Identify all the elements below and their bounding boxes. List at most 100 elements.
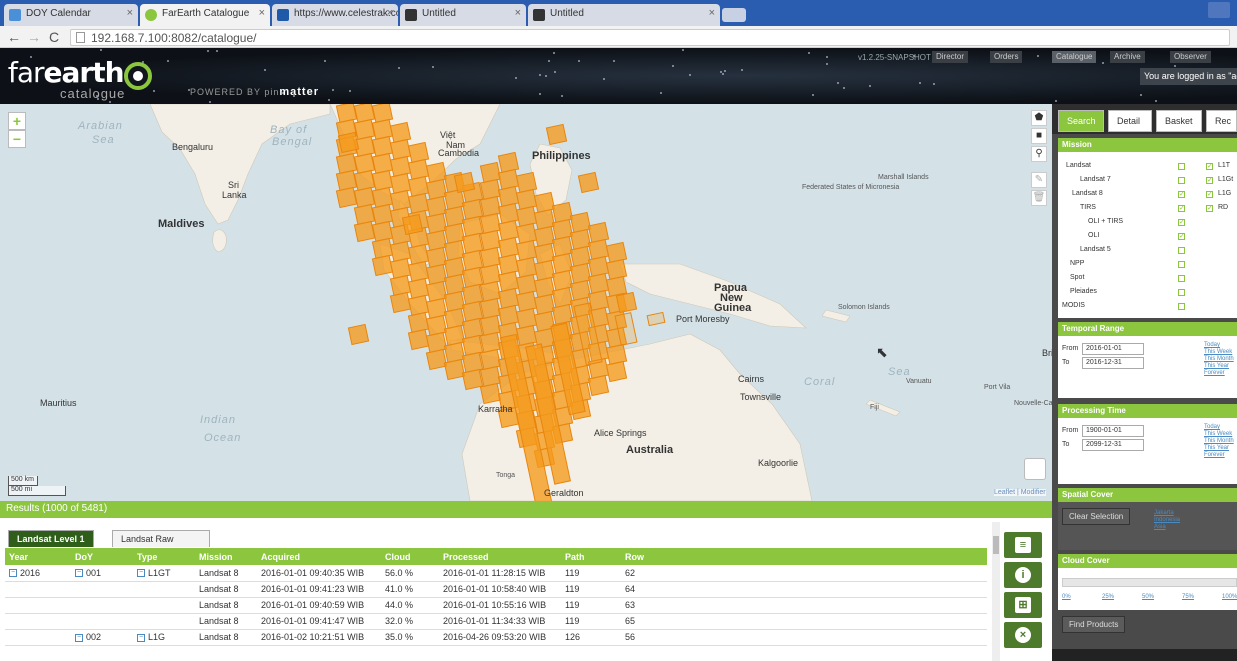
browser-tab-doy-calendar[interactable]: DOY Calendar × [4, 4, 138, 26]
nav-catalogue[interactable]: Catalogue [1052, 51, 1097, 63]
results-scrollbar[interactable] [992, 522, 1000, 661]
scene-footprint[interactable] [453, 171, 476, 194]
tab-landsat-raw[interactable]: Landsat Raw [112, 530, 210, 547]
collapse-toggle-icon[interactable]: − [9, 569, 17, 578]
cloud-tick[interactable]: 75% [1182, 594, 1194, 600]
scene-footprint[interactable] [407, 328, 430, 351]
scene-footprint[interactable] [425, 348, 448, 371]
window-minimize-button[interactable] [1208, 2, 1230, 18]
nav-archive[interactable]: Archive [1110, 51, 1145, 63]
scene-footprint[interactable] [347, 323, 370, 346]
processing-from-input[interactable]: 1900-01-01 [1082, 425, 1144, 437]
collapse-toggle-icon[interactable]: − [75, 633, 83, 642]
tab-basket[interactable]: Basket [1156, 110, 1202, 132]
cloud-cover-slider[interactable] [1062, 578, 1237, 587]
map-attribution[interactable]: Leaflet | Modifier [994, 489, 1046, 496]
scene-footprint[interactable] [443, 358, 466, 381]
url-input[interactable]: 192.168.7.100:8082/catalogue/ [70, 29, 1230, 46]
browser-tab-untitled-2[interactable]: Untitled × [528, 4, 720, 26]
scene-footprint[interactable] [479, 382, 502, 405]
cloud-tick[interactable]: 25% [1102, 594, 1114, 600]
col-processed[interactable]: Processed [439, 548, 561, 565]
zoom-out-button[interactable]: − [8, 130, 26, 148]
browser-tab-farearth[interactable]: FarEarth Catalogue × [140, 4, 270, 26]
close-icon[interactable]: × [709, 7, 715, 19]
tab-search[interactable]: Search [1058, 110, 1104, 132]
close-icon[interactable]: × [259, 7, 265, 19]
col-acquired[interactable]: Acquired [257, 548, 381, 565]
scene-footprint[interactable] [545, 123, 568, 146]
find-products-button[interactable]: Find Products [1062, 616, 1126, 633]
cloud-tick[interactable]: 100% [1222, 594, 1237, 600]
nav-director[interactable]: Director [932, 51, 969, 63]
mission-checkbox[interactable]: ✓ [1178, 191, 1185, 198]
col-year[interactable]: Year [5, 548, 71, 565]
table-row[interactable]: Landsat 8 2016-01-01 09:41:47 WIB 32.0 % 20… [5, 613, 987, 630]
forward-arrow-icon[interactable]: → [26, 29, 42, 45]
scene-footprint[interactable] [335, 186, 358, 209]
quick-link[interactable]: This Month [1204, 356, 1234, 363]
table-row[interactable]: Landsat 8 2016-01-01 09:40:59 WIB 44.0 % 20… [5, 597, 987, 614]
close-icon[interactable]: × [387, 7, 393, 19]
processing-quick-links[interactable]: Today This Week This Month This Year Forever [1204, 424, 1234, 459]
temporal-from-input[interactable]: 2016-01-01 [1082, 343, 1144, 355]
close-results-button[interactable]: × [1004, 622, 1042, 648]
scene-footprint[interactable] [401, 213, 424, 236]
col-row[interactable]: Row [621, 548, 987, 565]
edit-layers-icon[interactable]: ✎ [1031, 172, 1047, 188]
collapse-toggle-icon[interactable]: − [137, 569, 145, 578]
scene-footprint[interactable] [371, 254, 394, 277]
mission-checkbox[interactable] [1178, 163, 1185, 170]
table-row[interactable]: −002− L1G Landsat 8 2016-01-02 10:21:51 WIB… [5, 629, 987, 646]
nav-orders[interactable]: Orders [990, 51, 1023, 63]
new-tab-button[interactable] [722, 8, 746, 22]
collapse-toggle-icon[interactable]: − [137, 633, 145, 642]
quick-link[interactable]: This Month [1204, 438, 1234, 445]
spatial-links[interactable]: Jakarta Indonesia Asia [1154, 510, 1180, 531]
scene-footprint[interactable] [461, 368, 484, 391]
scene-footprint[interactable] [615, 291, 638, 314]
mission-checkbox[interactable]: ✓ [1178, 205, 1185, 212]
col-doy[interactable]: DoY [71, 548, 133, 565]
draw-rectangle-icon[interactable]: ■ [1031, 128, 1047, 144]
scene-footprint[interactable] [646, 311, 666, 327]
scene-footprint[interactable] [605, 360, 628, 383]
cloud-tick[interactable]: 50% [1142, 594, 1154, 600]
mission-checkbox[interactable] [1178, 261, 1185, 268]
mission-checkbox[interactable]: ✓ [1178, 219, 1185, 226]
scene-footprint[interactable] [337, 131, 360, 154]
level-checkbox[interactable]: ✓ [1206, 163, 1213, 170]
tab-landsat-level-1[interactable]: Landsat Level 1 [8, 530, 94, 547]
nav-observer[interactable]: Observer [1170, 51, 1211, 63]
mission-checkbox[interactable] [1178, 247, 1185, 254]
scene-footprint[interactable] [577, 171, 600, 194]
scrollbar-thumb[interactable] [993, 536, 999, 554]
temporal-to-input[interactable]: 2016-12-31 [1082, 357, 1144, 369]
collapse-toggle-icon[interactable]: − [75, 569, 83, 578]
scene-footprint[interactable] [587, 374, 610, 397]
quick-link[interactable]: This Year [1204, 445, 1234, 452]
quick-link[interactable]: Today [1204, 424, 1234, 431]
col-type[interactable]: Type [133, 548, 195, 565]
info-button[interactable]: i [1004, 562, 1042, 588]
zoom-in-button[interactable]: + [8, 112, 26, 130]
mission-checkbox[interactable] [1178, 275, 1185, 282]
map-view[interactable]: + − Arabian Sea Bay of Bengal Bengaluru Sri La… [0, 104, 1052, 501]
layers-icon[interactable] [1024, 458, 1046, 480]
level-checkbox[interactable]: ✓ [1206, 205, 1213, 212]
tab-rec[interactable]: Rec [1206, 110, 1237, 132]
mission-checkbox[interactable]: ✓ [1178, 233, 1185, 240]
col-mission[interactable]: Mission [195, 548, 257, 565]
quick-link[interactable]: This Week [1204, 431, 1234, 438]
col-cloud[interactable]: Cloud [381, 548, 439, 565]
temporal-quick-links[interactable]: Today This Week This Month This Year Forever [1204, 342, 1234, 377]
table-row[interactable]: Landsat 8 2016-01-01 09:41:23 WIB 41.0 % 20… [5, 581, 987, 598]
scene-footprint[interactable] [353, 220, 376, 243]
quick-link[interactable]: This Year [1204, 363, 1234, 370]
draw-polygon-icon[interactable]: ⬟ [1031, 110, 1047, 126]
back-arrow-icon[interactable]: ← [6, 29, 22, 45]
cloud-tick[interactable]: 0% [1062, 594, 1071, 600]
mission-checkbox[interactable] [1178, 289, 1185, 296]
quick-link[interactable]: Forever [1204, 452, 1234, 459]
quick-link[interactable]: Today [1204, 342, 1234, 349]
